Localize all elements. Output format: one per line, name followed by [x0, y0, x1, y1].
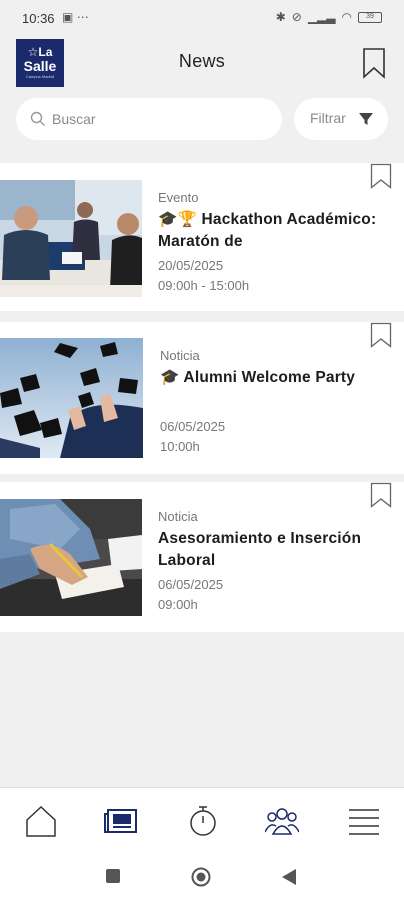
news-card[interactable]: Noticia 🎓 Alumni Welcome Party 06/05/202…: [0, 322, 404, 474]
system-icons: ✱ ⊘ ▁▂▃ ◠ 39: [276, 10, 382, 24]
signal-icon: ▁▂▃: [307, 10, 336, 24]
mute-icon: ⊘: [291, 10, 302, 24]
search-box[interactable]: [16, 98, 282, 140]
logo-text-sub: Campus Madrid: [25, 74, 55, 79]
more-notifications-icon: ⋯: [76, 10, 89, 24]
recent-apps-icon[interactable]: [106, 869, 120, 883]
news-date: 06/05/2025: [160, 419, 226, 434]
community-icon[interactable]: [265, 804, 299, 838]
hackathon-image: [0, 180, 142, 297]
graduation-caps-image: [0, 338, 143, 458]
news-time: 09:00h: [158, 597, 198, 612]
news-date: 20/05/2025: [158, 258, 224, 273]
news-thumbnail-career: [0, 499, 142, 616]
status-bar: 10:36 ▣ ⋯ ✱ ⊘ ▁▂▃ ◠ 39: [0, 0, 404, 36]
writing-hands-image: [0, 499, 142, 616]
news-title[interactable]: Asesoramiento e Inserción Laboral: [158, 528, 380, 572]
news-category: Noticia: [158, 509, 198, 524]
news-category: Evento: [158, 190, 199, 205]
system-navigation-bar: [0, 853, 404, 900]
news-title[interactable]: 🎓🏆 Hackathon Académico: Maratón de: [158, 209, 380, 253]
filter-label: Filtrar: [310, 110, 346, 126]
news-card[interactable]: Evento 🎓🏆 Hackathon Académico: Maratón d…: [0, 163, 404, 311]
news-time: 10:00h: [160, 439, 200, 454]
search-row: Filtrar: [0, 98, 404, 140]
app-header: ☆La Salle Campus Madrid News: [0, 36, 404, 92]
bookmark-icon[interactable]: [370, 482, 392, 508]
bookmark-icon[interactable]: [370, 322, 392, 348]
home-icon[interactable]: [24, 804, 58, 838]
wifi-icon: ◠: [341, 10, 352, 24]
news-time: 09:00h - 15:00h: [158, 278, 250, 293]
back-icon[interactable]: [282, 869, 296, 885]
filter-button[interactable]: Filtrar: [294, 98, 388, 140]
search-icon: [30, 111, 45, 126]
bluetooth-icon: ✱: [275, 10, 286, 24]
news-category: Noticia: [160, 348, 200, 363]
search-input[interactable]: [52, 108, 272, 130]
news-title[interactable]: 🎓 Alumni Welcome Party: [160, 367, 382, 389]
bottom-navigation: [0, 787, 404, 853]
bookmark-icon[interactable]: [370, 163, 392, 189]
status-time: 10:36: [22, 11, 55, 26]
notification-icons: ▣ ⋯: [62, 10, 89, 24]
news-thumbnail-hackathon: [0, 180, 142, 297]
battery-icon: 39: [358, 11, 382, 23]
news-date: 06/05/2025: [158, 577, 224, 592]
news-icon[interactable]: [104, 804, 138, 838]
stopwatch-icon[interactable]: [186, 804, 220, 838]
home-button-icon[interactable]: [191, 867, 211, 887]
page-title: News: [178, 51, 226, 71]
saved-bookmark-icon[interactable]: [362, 47, 386, 79]
filter-funnel-icon: [359, 113, 373, 125]
menu-icon[interactable]: [347, 804, 381, 838]
news-thumbnail-alumni: [0, 338, 143, 458]
voicemail-icon: ▣: [62, 10, 74, 24]
news-card[interactable]: Noticia Asesoramiento e Inserción Labora…: [0, 482, 404, 632]
